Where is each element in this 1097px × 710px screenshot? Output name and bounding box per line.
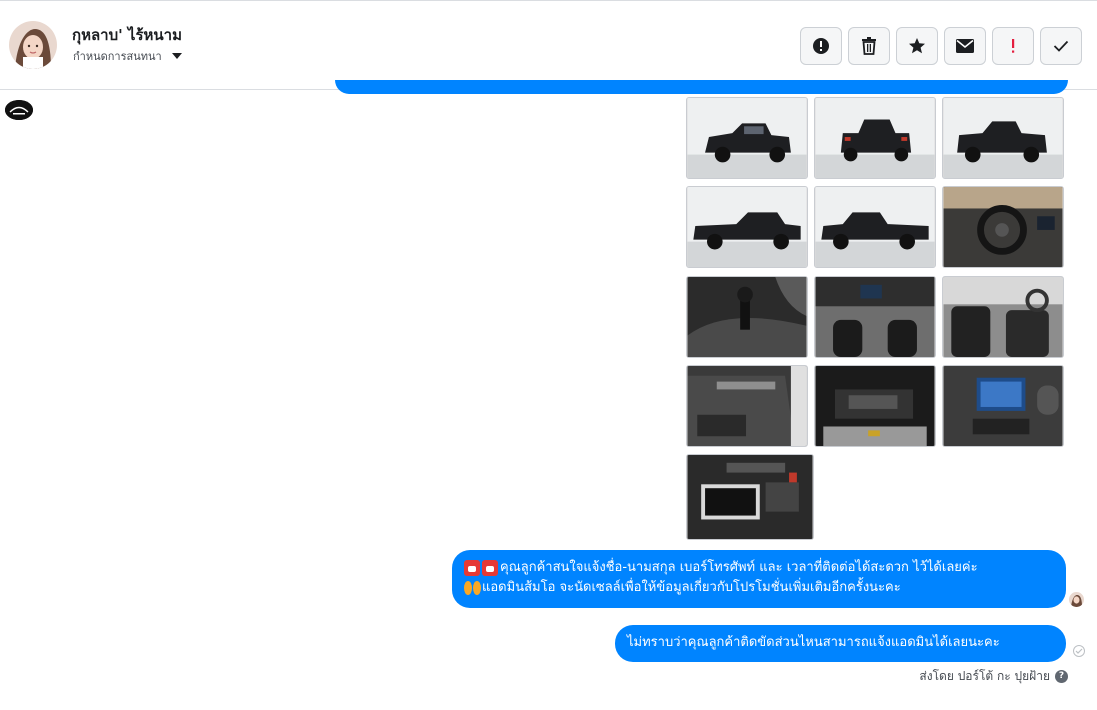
assign-label: กำหนดการสนทนา — [73, 50, 162, 63]
contact-avatar[interactable] — [9, 21, 57, 69]
truck-photo-icon — [687, 98, 807, 178]
seats-photo-icon — [943, 277, 1063, 357]
exclamation-icon — [1012, 39, 1015, 53]
seen-by-avatar — [1069, 592, 1084, 607]
message-text: ไม่ทราบว่าคุณลูกค้าติดขัดส่วนไหนสามารถแจ… — [627, 635, 1000, 650]
gallery-photo[interactable] — [814, 186, 936, 268]
star-icon — [909, 38, 925, 54]
gear-shift-photo-icon — [687, 277, 807, 357]
truck-photo-icon — [943, 98, 1063, 178]
delete-button[interactable] — [848, 27, 890, 65]
gallery-photo[interactable] — [942, 365, 1064, 447]
mark-unread-button[interactable] — [944, 27, 986, 65]
gallery-photo[interactable] — [686, 454, 814, 540]
gallery-photo[interactable] — [814, 365, 936, 447]
envelope-icon — [956, 39, 974, 53]
trash-icon — [862, 37, 876, 55]
message-text: คุณลูกค้าสนใจแจ้งชื่อ-นามสกุล เบอร์โทรศั… — [500, 560, 978, 575]
gallery-photo[interactable] — [942, 186, 1064, 268]
checkmark-icon — [1053, 40, 1069, 52]
battery-engine-photo-icon — [687, 455, 813, 539]
truck-photo-icon — [687, 187, 807, 267]
door-panel-photo-icon — [687, 366, 807, 446]
message-line: คุณลูกค้าสนใจแจ้งชื่อ-นามสกุล เบอร์โทรศั… — [464, 558, 1054, 578]
message-text: แอดมินส้มโอ จะนัดเซลล์เพื่อให้ข้อมูลเกี่… — [482, 580, 901, 595]
telephone-icon — [482, 560, 498, 576]
message-line: แอดมินส้มโอ จะนัดเซลล์เพื่อให้ข้อมูลเกี่… — [464, 578, 1054, 598]
infotainment-screen-photo-icon — [943, 366, 1063, 446]
gallery-photo[interactable] — [942, 276, 1064, 358]
alert-circle-icon — [813, 38, 829, 54]
contact-name[interactable]: กุหลาบ' ไร้หนาม — [72, 23, 182, 47]
sent-by-text: ส่งโดย ปอร์โต้ กะ ปุยฝ้าย — [919, 669, 1050, 683]
gallery-photo[interactable] — [686, 97, 808, 179]
follow-up-button[interactable] — [992, 27, 1034, 65]
message-bubble[interactable]: คุณลูกค้าสนใจแจ้งชื่อ-นามสกุล เบอร์โทรศั… — [452, 550, 1066, 608]
gallery-photo[interactable] — [814, 276, 936, 358]
message-bubble[interactable]: ไม่ทราบว่าคุณลูกค้าติดขัดส่วนไหนสามารถแจ… — [615, 625, 1066, 662]
gallery-photo[interactable] — [686, 186, 808, 268]
sent-by-label: ส่งโดย ปอร์โต้ กะ ปุยฝ้าย ? — [919, 667, 1068, 686]
truck-photo-icon — [815, 187, 935, 267]
telephone-icon — [464, 560, 480, 576]
conversation-toolbar — [800, 27, 1082, 65]
gallery-photo[interactable] — [686, 276, 808, 358]
page-logo-avatar — [5, 100, 33, 120]
people-icon — [473, 581, 481, 595]
assign-conversation-dropdown[interactable]: กำหนดการสนทนา — [73, 47, 182, 65]
star-button[interactable] — [896, 27, 938, 65]
gallery-photo[interactable] — [942, 97, 1064, 179]
people-icon — [464, 581, 472, 595]
gallery-photo[interactable] — [686, 365, 808, 447]
gallery-photo[interactable] — [814, 97, 936, 179]
report-spam-button[interactable] — [800, 27, 842, 65]
question-icon[interactable]: ? — [1055, 670, 1068, 683]
dashboard-photo-icon — [815, 277, 935, 357]
conversation-header: กุหลาบ' ไร้หนาม กำหนดการสนทนา — [0, 0, 1097, 90]
truck-photo-icon — [815, 98, 935, 178]
mark-done-button[interactable] — [1040, 27, 1082, 65]
sent-check-icon — [1073, 645, 1085, 657]
engine-bay-photo-icon — [815, 366, 935, 446]
previous-message-bubble — [335, 80, 1068, 94]
caret-down-icon — [171, 53, 182, 59]
steering-wheel-photo-icon — [943, 187, 1063, 267]
